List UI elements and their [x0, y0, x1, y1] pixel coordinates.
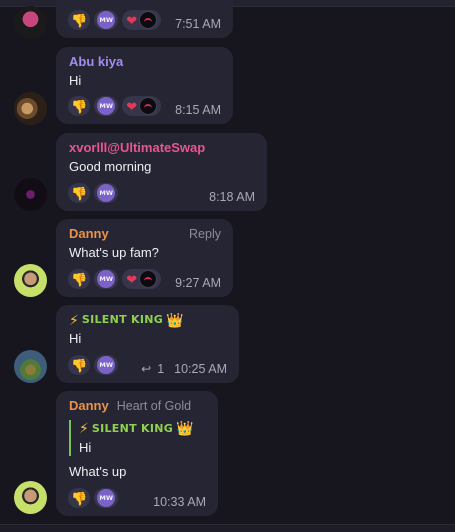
message-text: What's up [69, 464, 127, 479]
reaction-thumbs-down[interactable]: 👎 [68, 269, 91, 289]
reaction-bar: 👎 MW [68, 183, 119, 203]
composer-edge [0, 524, 455, 532]
thumbs-down-icon: 👎 [71, 12, 88, 28]
reaction-bar: 👎 MW ❤ [68, 10, 162, 30]
message-bubble: xvorlll@UltimateSwap Good morning 👎 MW 8… [56, 133, 267, 211]
message-meta: ↩ 1 10:25 AM [141, 362, 227, 376]
mw-emoji-icon: MW [97, 184, 116, 202]
quoted-author-name: SILENT KING [91, 422, 174, 435]
message-bubble: Danny Heart of Gold ⚡ SILENT KING 👑 Hi W… [56, 391, 218, 516]
reply-link[interactable]: Reply [189, 227, 221, 241]
mw-emoji-icon: MW [97, 356, 116, 374]
avatar[interactable] [14, 264, 47, 297]
reaction-bar: 👎 MW ❤ [68, 269, 162, 289]
author-title: Heart of Gold [116, 399, 192, 413]
message-text: What's up fam? [69, 245, 159, 260]
message-meta: 8:18 AM [209, 190, 255, 204]
timestamp: 9:27 AM [175, 276, 221, 290]
heart-icon: ❤ [126, 98, 138, 114]
quoted-message[interactable]: ⚡ SILENT KING 👑 Hi [69, 420, 206, 456]
author-name-text: SILENT KING [81, 313, 164, 326]
quoted-text: Hi [79, 440, 92, 455]
thumbs-down-icon: 👎 [71, 98, 88, 114]
crown-icon: 👑 [176, 420, 194, 436]
timestamp: 10:33 AM [153, 495, 206, 509]
reaction-mw[interactable]: MW [94, 183, 119, 203]
thumbs-down-icon: 👎 [71, 271, 88, 287]
message-text: Hi [69, 73, 82, 88]
thumbs-down-icon: 👎 [71, 357, 88, 373]
mw-emoji-icon: MW [97, 97, 116, 115]
mw-emoji-icon: MW [97, 11, 116, 29]
mw-emoji-icon: MW [97, 489, 116, 507]
heart-icon: ❤ [126, 271, 138, 287]
reaction-bar: 👎 MW [68, 355, 119, 375]
lightning-bolt-icon: ⚡ [79, 420, 89, 436]
reaction-thumbs-down[interactable]: 👎 [68, 183, 91, 203]
message-meta: 9:27 AM [175, 276, 221, 290]
avatar[interactable] [14, 178, 47, 211]
message-bubble: ⚡ SILENT KING 👑 Hi 👎 MW ↩ 1 10:25 AM [56, 305, 239, 383]
message-bubble: Abu kiya Hi 👎 MW ❤ 8:15 AM [56, 47, 233, 124]
crown-icon: 👑 [166, 312, 184, 328]
cat-emoji-icon [139, 11, 158, 29]
reply-count[interactable]: 1 [157, 362, 164, 376]
reply-arrow-icon[interactable]: ↩ [141, 362, 151, 376]
avatar[interactable] [14, 481, 47, 514]
author-name[interactable]: Abu kiya [69, 54, 221, 70]
author-name[interactable]: xvorlll@UltimateSwap [69, 140, 255, 156]
reaction-mw[interactable]: MW [94, 96, 119, 116]
timestamp: 7:51 AM [175, 17, 221, 31]
message-bubble: 👎 MW ❤ 7:51 AM [56, 0, 233, 38]
reaction-group[interactable]: ❤ [122, 269, 162, 289]
author-name[interactable]: ⚡ SILENT KING 👑 [69, 312, 227, 328]
cat-emoji-icon [139, 270, 158, 288]
message-text: Good morning [69, 159, 152, 174]
thumbs-down-icon: 👎 [71, 185, 88, 201]
lightning-bolt-icon: ⚡ [69, 312, 79, 328]
message-meta: 10:33 AM [153, 495, 206, 509]
reaction-mw[interactable]: MW [94, 269, 119, 289]
message-text: Hi [69, 331, 82, 346]
reaction-thumbs-down[interactable]: 👎 [68, 96, 91, 116]
reaction-thumbs-down[interactable]: 👎 [68, 10, 91, 30]
cat-emoji-icon [139, 97, 158, 115]
timestamp: 8:15 AM [175, 103, 221, 117]
reaction-mw[interactable]: MW [94, 355, 119, 375]
reaction-group[interactable]: ❤ [122, 10, 162, 30]
mw-emoji-icon: MW [97, 270, 116, 288]
message-meta: 7:51 AM [175, 17, 221, 31]
timestamp: 10:25 AM [174, 362, 227, 376]
avatar[interactable] [14, 6, 47, 39]
avatar[interactable] [14, 350, 47, 383]
reaction-group[interactable]: ❤ [122, 96, 162, 116]
heart-icon: ❤ [126, 12, 138, 28]
reaction-thumbs-down[interactable]: 👎 [68, 355, 91, 375]
timestamp: 8:18 AM [209, 190, 255, 204]
quoted-author: ⚡ SILENT KING 👑 [79, 420, 206, 437]
author-name[interactable]: Danny [69, 398, 109, 414]
reaction-mw[interactable]: MW [94, 488, 119, 508]
message-meta: 8:15 AM [175, 103, 221, 117]
message-bubble: Danny Reply What's up fam? 👎 MW ❤ 9:27 A… [56, 219, 233, 297]
reaction-bar: 👎 MW [68, 488, 119, 508]
reaction-thumbs-down[interactable]: 👎 [68, 488, 91, 508]
thumbs-down-icon: 👎 [71, 490, 88, 506]
avatar[interactable] [14, 92, 47, 125]
reaction-mw[interactable]: MW [94, 10, 119, 30]
reaction-bar: 👎 MW ❤ [68, 96, 162, 116]
